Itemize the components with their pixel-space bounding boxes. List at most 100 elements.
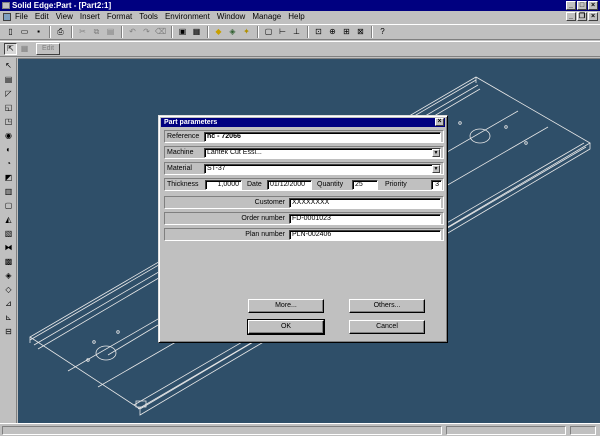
plane-icon[interactable]: ◇ bbox=[2, 283, 15, 296]
zoom-icon[interactable]: ⊕ bbox=[326, 26, 339, 38]
date-label: Date bbox=[247, 181, 262, 188]
plan-number-field[interactable]: PLN-002406 bbox=[289, 230, 441, 240]
priority-field[interactable]: 3 bbox=[431, 180, 442, 190]
select-tool-icon[interactable]: ⇱ bbox=[4, 43, 17, 55]
dialog-close-icon[interactable]: × bbox=[435, 118, 444, 126]
chevron-down-icon[interactable]: ▼ bbox=[432, 149, 440, 157]
menu-insert[interactable]: Insert bbox=[80, 11, 100, 23]
menu-tools[interactable]: Tools bbox=[139, 11, 158, 23]
pathfinder-icon[interactable]: ▤ bbox=[2, 73, 15, 86]
ribbon-toolbar: ⇱ ▦ Edit bbox=[0, 41, 600, 57]
axis-icon[interactable]: ⊿ bbox=[2, 297, 15, 310]
standard-toolbar: ▯ ▭ ▪ ⎙ ✂ ⧉ ▤ ↶ ↷ ⌫ ▣ ▦ ◆ ◈ ✦ ▢ ⊢ ⊥ ⊡ ⊕ … bbox=[0, 24, 600, 40]
menu-help[interactable]: Help bbox=[288, 11, 304, 23]
feature-icon[interactable]: ▦ bbox=[18, 43, 31, 55]
sketch-tool-icon[interactable]: ◸ bbox=[2, 87, 15, 100]
toolbar-separator bbox=[371, 26, 373, 38]
save-as-icon[interactable]: ▣ bbox=[176, 26, 189, 38]
dimension-icon[interactable]: ⊢ bbox=[276, 26, 289, 38]
others-button[interactable]: Others... bbox=[349, 299, 425, 313]
toolbar-separator bbox=[71, 26, 73, 38]
document-icon[interactable] bbox=[3, 13, 11, 21]
customer-row: Customer XXXXXXXX bbox=[164, 196, 444, 209]
doc-restore-icon[interactable]: ❐ bbox=[577, 12, 587, 21]
menu-bar: File Edit View Insert Format Tools Envir… bbox=[0, 11, 600, 23]
solid-edge-icon[interactable] bbox=[2, 2, 10, 9]
select-arrow-icon[interactable]: ↖ bbox=[2, 59, 15, 72]
edit-button[interactable]: Edit bbox=[36, 43, 60, 55]
features-toolbar: ↖ ▤ ◸ ◱ ◳ ◉ ◐ ◔ ◩ ▥ ▢ ◭ ▧ ⧓ ▩ ◈ ◇ ⊿ ⊾ ⊟ bbox=[0, 58, 17, 423]
material-select[interactable]: ST-37 ▼ bbox=[204, 164, 441, 174]
zoom-area-icon[interactable]: ⊡ bbox=[312, 26, 325, 38]
order-number-label: Order number bbox=[241, 215, 285, 222]
material-row: Material ST-37 ▼ bbox=[164, 162, 444, 175]
ok-button[interactable]: OK bbox=[247, 319, 325, 335]
toolbar-separator bbox=[121, 26, 123, 38]
copy-icon[interactable]: ⧉ bbox=[90, 26, 103, 38]
machine-row: Machine Lantek Cut Essi... ▼ bbox=[164, 146, 444, 159]
color-icon[interactable]: ◆ bbox=[212, 26, 225, 38]
hole-icon[interactable]: ◉ bbox=[2, 129, 15, 142]
numeric-params-row: Thickness 1,0000 Date 01/12/2000 Quantit… bbox=[164, 178, 444, 191]
properties-icon[interactable]: ▦ bbox=[190, 26, 203, 38]
thickness-field[interactable]: 1,0000 bbox=[205, 180, 242, 190]
doc-close-icon[interactable]: × bbox=[588, 12, 598, 21]
order-number-field[interactable]: FD-0001023 bbox=[289, 214, 441, 224]
thread-icon[interactable]: ◈ bbox=[2, 269, 15, 282]
menu-format[interactable]: Format bbox=[107, 11, 132, 23]
revolve-icon[interactable]: ◐ bbox=[2, 143, 15, 156]
protrusion-icon[interactable]: ◱ bbox=[2, 101, 15, 114]
quantity-field[interactable]: 25 bbox=[352, 180, 378, 190]
measure-icon[interactable]: ⊾ bbox=[2, 311, 15, 324]
sketch-icon[interactable]: ⊥ bbox=[290, 26, 303, 38]
menu-view[interactable]: View bbox=[56, 11, 73, 23]
mirror-icon[interactable]: ⧓ bbox=[2, 241, 15, 254]
light-icon[interactable]: ✦ bbox=[240, 26, 253, 38]
reference-field[interactable]: hc - 72066 bbox=[204, 132, 441, 142]
cutout-icon[interactable]: ◳ bbox=[2, 115, 15, 128]
help-icon[interactable]: ? bbox=[376, 26, 389, 38]
menu-manage[interactable]: Manage bbox=[252, 11, 281, 23]
part-copy-icon[interactable]: ⊟ bbox=[2, 325, 15, 338]
shell-icon[interactable]: ▢ bbox=[2, 199, 15, 212]
style-icon[interactable]: ◈ bbox=[226, 26, 239, 38]
paste-icon[interactable]: ▤ bbox=[104, 26, 117, 38]
menu-file[interactable]: File bbox=[15, 11, 28, 23]
chamfer-icon[interactable]: ◩ bbox=[2, 171, 15, 184]
web-icon[interactable]: ▧ bbox=[2, 227, 15, 240]
save-icon[interactable]: ▪ bbox=[32, 26, 45, 38]
menu-window[interactable]: Window bbox=[217, 11, 245, 23]
rib-icon[interactable]: ▥ bbox=[2, 185, 15, 198]
app-title-bar: Solid Edge:Part - [Part2:1] _ □ × bbox=[0, 0, 600, 11]
draft-icon[interactable]: ◭ bbox=[2, 213, 15, 226]
reference-row: Reference hc - 72066 bbox=[164, 130, 444, 143]
menu-edit[interactable]: Edit bbox=[35, 11, 49, 23]
status-bar bbox=[0, 423, 600, 436]
undo-icon[interactable]: ↶ bbox=[126, 26, 139, 38]
fit-icon[interactable]: ⊞ bbox=[340, 26, 353, 38]
date-field[interactable]: 01/12/2000 bbox=[267, 180, 312, 190]
close-icon[interactable]: × bbox=[588, 1, 598, 10]
plan-number-label: Plan number bbox=[245, 231, 285, 238]
menu-environment[interactable]: Environment bbox=[165, 11, 210, 23]
more-button[interactable]: More... bbox=[248, 299, 324, 313]
view-icon[interactable]: ▢ bbox=[262, 26, 275, 38]
pattern-icon[interactable]: ▩ bbox=[2, 255, 15, 268]
print-icon[interactable]: ⎙ bbox=[54, 26, 67, 38]
delete-icon[interactable]: ⌫ bbox=[154, 26, 167, 38]
reference-label: Reference bbox=[167, 133, 200, 140]
chevron-down-icon[interactable]: ▼ bbox=[432, 165, 440, 173]
customer-field[interactable]: XXXXXXXX bbox=[289, 198, 441, 208]
new-icon[interactable]: ▯ bbox=[4, 26, 17, 38]
machine-select[interactable]: Lantek Cut Essi... ▼ bbox=[204, 148, 441, 158]
minimize-icon[interactable]: _ bbox=[566, 1, 576, 10]
cut-icon[interactable]: ✂ bbox=[76, 26, 89, 38]
cancel-button[interactable]: Cancel bbox=[349, 320, 425, 334]
toolbar-separator bbox=[171, 26, 173, 38]
doc-minimize-icon[interactable]: _ bbox=[566, 12, 576, 21]
open-icon[interactable]: ▭ bbox=[18, 26, 31, 38]
maximize-icon[interactable]: □ bbox=[577, 1, 587, 10]
round-icon[interactable]: ◔ bbox=[2, 157, 15, 170]
pan-icon[interactable]: ⊠ bbox=[354, 26, 367, 38]
redo-icon[interactable]: ↷ bbox=[140, 26, 153, 38]
